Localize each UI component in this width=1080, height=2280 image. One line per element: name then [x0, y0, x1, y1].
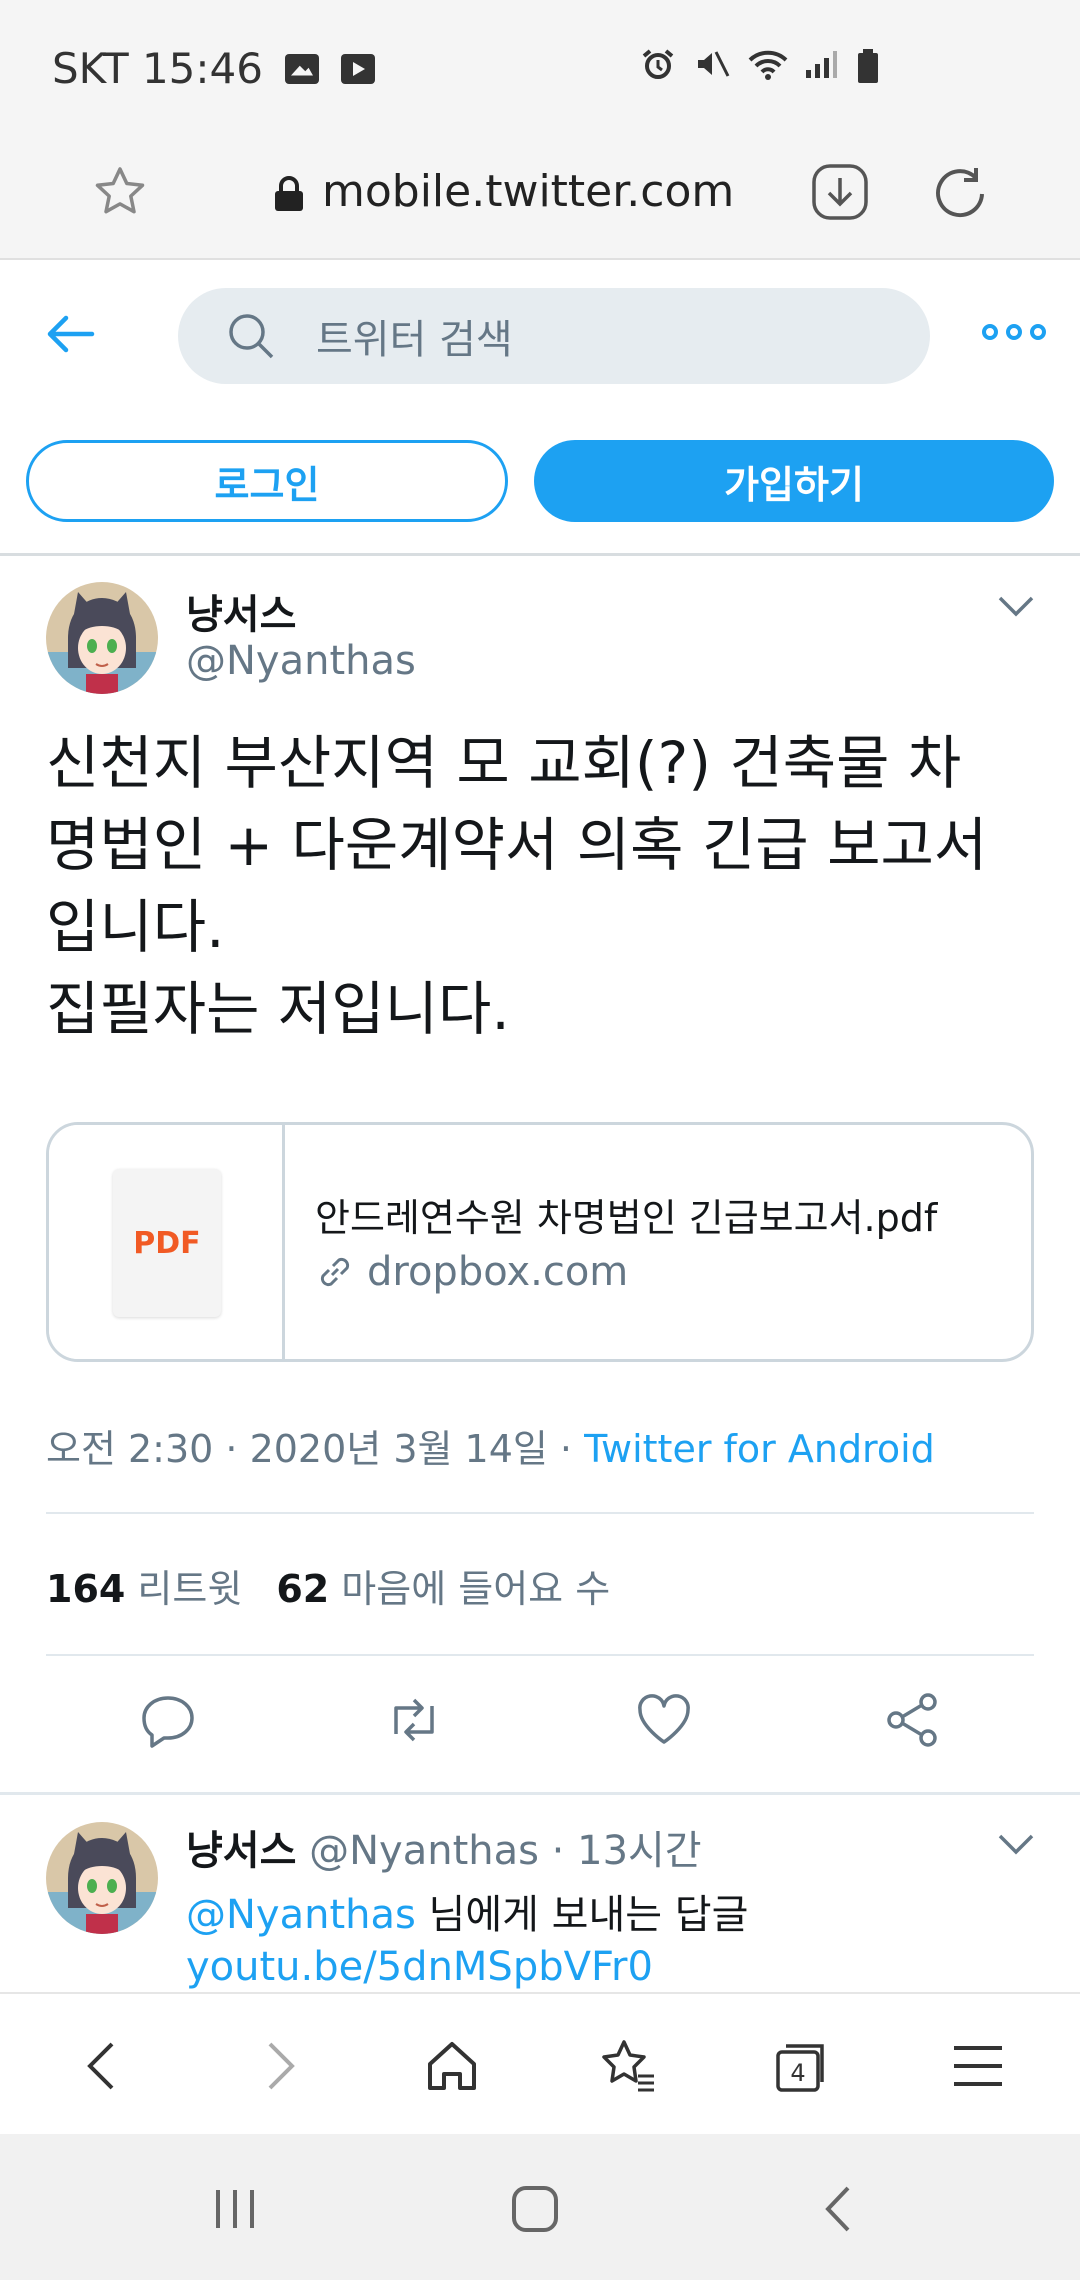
reply-header: 냥서스 @Nyanthas · 13시간: [186, 1818, 702, 1876]
signup-button[interactable]: 가입하기: [534, 440, 1054, 522]
tweet-stats: 164 리트윗 62 마음에 들어요 수: [46, 1558, 610, 1613]
like-count: 62: [276, 1567, 330, 1611]
divider: [0, 1792, 1080, 1795]
download-icon[interactable]: [810, 162, 870, 222]
pdf-file-icon: PDF: [113, 1169, 221, 1317]
reply-menu-chevron-icon[interactable]: [996, 1832, 1036, 1856]
system-home-icon[interactable]: [510, 2184, 560, 2234]
battery-icon: [856, 48, 892, 83]
reply-author-name[interactable]: 냥서스: [186, 1828, 296, 1874]
search-placeholder: 트위터 검색: [316, 317, 513, 363]
card-title: 안드레연수원 차명법인 긴급보고서.pdf: [315, 1196, 938, 1240]
retweet-icon[interactable]: [384, 1690, 444, 1750]
twitter-header: 트위터 검색: [0, 262, 1080, 412]
recent-apps-icon[interactable]: [210, 2184, 260, 2234]
gallery-icon: [284, 53, 319, 84]
search-icon: [226, 311, 276, 361]
bookmarks-icon[interactable]: [598, 2036, 658, 2096]
retweet-label: 리트윗: [137, 1567, 243, 1611]
like-label: 마음에 들어요 수: [341, 1567, 611, 1611]
divider: [46, 1654, 1034, 1656]
status-bar: SKT 15:46: [0, 0, 1080, 140]
carrier-time: SKT 15:46: [52, 44, 263, 93]
mute-icon: [694, 48, 730, 80]
system-back-icon[interactable]: [814, 2184, 864, 2234]
tweet-timestamp: 오전 2:30 · 2020년 3월 14일 ·: [46, 1427, 585, 1471]
author-handle[interactable]: @Nyanthas: [186, 638, 416, 684]
forward-icon[interactable]: [248, 2036, 308, 2096]
menu-icon[interactable]: [948, 2036, 1008, 2096]
tweet-actions: [0, 1690, 1080, 1760]
alarm-icon: [640, 48, 676, 80]
reply-mention-link[interactable]: @Nyanthas: [186, 1892, 416, 1938]
like-stat[interactable]: 62 마음에 들어요 수: [276, 1558, 610, 1613]
back-icon[interactable]: [74, 2036, 134, 2096]
tweet-text: 신천지 부산지역 모 교회(?) 건축물 차 명법인 + 다운계약서 의혹 긴급…: [46, 729, 988, 1043]
system-nav-bar: [0, 2134, 1080, 2280]
share-icon[interactable]: [882, 1690, 942, 1750]
browser-bottom-nav: 4: [0, 1992, 1080, 2134]
address-field[interactable]: mobile.twitter.com: [272, 166, 734, 217]
tabs-icon[interactable]: 4: [772, 2036, 832, 2096]
url-text: mobile.twitter.com: [322, 166, 735, 217]
tweet-menu-chevron-icon[interactable]: [996, 594, 1036, 618]
author-name[interactable]: 냥서스: [186, 582, 296, 640]
card-domain-text: dropbox.com: [367, 1249, 629, 1295]
divider: [46, 1512, 1034, 1514]
more-options-icon[interactable]: [982, 324, 1046, 340]
lock-icon: [272, 173, 306, 211]
signal-icon: [802, 48, 838, 80]
reply-to-text: 님에게 보내는 답글: [415, 1892, 749, 1938]
tweet-meta: 오전 2:30 · 2020년 3월 14일 · Twitter for And…: [46, 1418, 935, 1473]
tab-count: 4: [790, 2059, 805, 2087]
home-icon[interactable]: [422, 2036, 482, 2096]
like-heart-icon[interactable]: [634, 1690, 694, 1750]
reply-to-line: @Nyanthas 님에게 보내는 답글: [186, 1882, 748, 1940]
bookmark-star-icon[interactable]: [92, 164, 148, 220]
browser-url-bar: mobile.twitter.com: [0, 140, 1080, 260]
reply-link[interactable]: youtu.be/5dnMSpbVFr0: [186, 1944, 653, 1990]
link-card[interactable]: PDF 안드레연수원 차명법인 긴급보고서.pdf dropbox.com: [46, 1122, 1034, 1362]
youtube-icon: [340, 53, 375, 84]
card-domain: dropbox.com: [315, 1249, 628, 1295]
status-left: SKT 15:46: [52, 44, 375, 93]
link-icon: [320, 1257, 350, 1287]
login-button[interactable]: 로그인: [26, 440, 508, 522]
back-arrow-icon[interactable]: [44, 308, 96, 360]
search-input[interactable]: 트위터 검색: [178, 288, 930, 384]
retweet-count: 164: [46, 1567, 126, 1611]
reply-icon[interactable]: [138, 1690, 198, 1750]
retweet-stat[interactable]: 164 리트윗: [46, 1558, 242, 1613]
card-thumbnail: PDF: [49, 1125, 285, 1359]
wifi-icon: [748, 48, 788, 80]
divider: [0, 553, 1080, 556]
reload-icon[interactable]: [930, 162, 990, 222]
reply-handle-time: @Nyanthas · 13시간: [309, 1828, 702, 1874]
tweet-source-link[interactable]: Twitter for Android: [584, 1427, 935, 1471]
status-right: [640, 48, 892, 83]
avatar[interactable]: [46, 582, 158, 694]
reply-avatar[interactable]: [46, 1822, 158, 1934]
